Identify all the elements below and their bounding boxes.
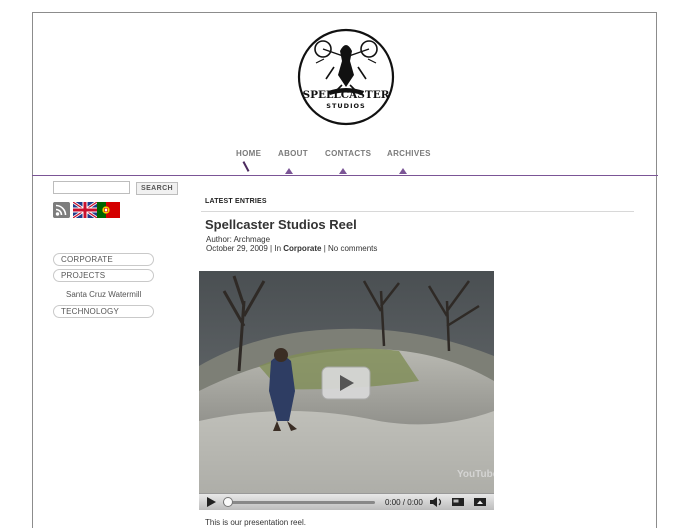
nav-home[interactable]: HOME (236, 149, 261, 158)
search-button[interactable]: SEARCH (136, 182, 178, 195)
video-thumbnail (199, 271, 494, 493)
post-title[interactable]: Spellcaster Studios Reel (205, 217, 357, 232)
uk-flag-icon[interactable] (73, 202, 97, 218)
subcategory-santa-cruz-watermill[interactable]: Santa Cruz Watermill (66, 290, 141, 299)
post-author: Author: Archmage (206, 235, 271, 244)
fullscreen-icon[interactable] (473, 496, 487, 508)
page-frame: SPELLCASTER STUDIOS HOME ABOUT CONTACTS … (32, 12, 658, 528)
post-in-label: In (274, 244, 282, 253)
spellcaster-logo[interactable]: SPELLCASTER STUDIOS (296, 27, 396, 127)
resize-icon[interactable] (451, 496, 465, 508)
post-category-link[interactable]: Corporate (283, 244, 321, 253)
logo-text-line1: SPELLCASTER (303, 89, 390, 101)
nav-divider (32, 175, 658, 176)
post-body: This is our presentation reel. (205, 518, 306, 527)
post-date: October 29, 2009 (206, 244, 268, 253)
play-icon[interactable] (204, 496, 218, 508)
rss-icon[interactable] (53, 202, 70, 218)
seek-handle[interactable] (223, 497, 233, 507)
volume-icon[interactable] (429, 496, 443, 508)
nav-marker-archives (399, 168, 407, 174)
video-time: 0:00 / 0:00 (385, 498, 423, 507)
nav-marker-about (285, 168, 293, 174)
nav-contacts[interactable]: CONTACTS (325, 149, 371, 158)
seek-bar[interactable] (223, 501, 375, 504)
nav-about[interactable]: ABOUT (278, 149, 308, 158)
nav-active-indicator (242, 161, 250, 172)
category-technology[interactable]: TECHNOLOGY (53, 305, 154, 318)
category-projects[interactable]: PROJECTS (53, 269, 154, 282)
video-controls: 0:00 / 0:00 (199, 493, 494, 510)
video-player[interactable]: YouTube 0:00 / 0:00 (199, 271, 494, 510)
nav-marker-contacts (339, 168, 347, 174)
post-comments-link[interactable]: No comments (328, 244, 377, 253)
section-divider (201, 211, 634, 212)
search-input[interactable] (53, 181, 130, 194)
section-title: LATEST ENTRIES (205, 198, 267, 205)
portugal-flag-icon[interactable] (97, 202, 120, 218)
post-meta: October 29, 2009 | In Corporate | No com… (206, 244, 378, 253)
youtube-watermark: YouTube (457, 469, 494, 480)
logo-text-line2: STUDIOS (326, 102, 365, 110)
nav-archives[interactable]: ARCHIVES (387, 149, 431, 158)
category-corporate[interactable]: CORPORATE (53, 253, 154, 266)
